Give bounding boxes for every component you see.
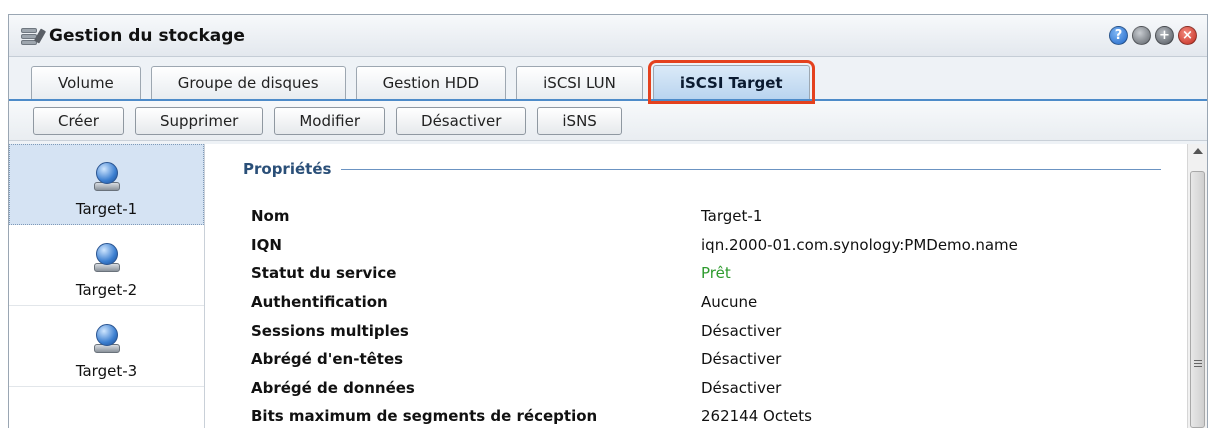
property-value: 262144 Octets — [701, 407, 812, 426]
storage-manager-icon — [19, 26, 47, 46]
status-value: Prêt — [701, 264, 731, 283]
target-list-item[interactable]: Target-1 — [9, 144, 204, 225]
properties-panel: Propriétés Nom Target-1 IQN iqn.2000-01.… — [205, 144, 1207, 428]
storage-manager-window: Gestion du stockage ? + × Volume Groupe … — [8, 14, 1208, 428]
title-bar: Gestion du stockage ? + × — [9, 15, 1207, 57]
property-key: Nom — [251, 207, 290, 226]
vertical-scrollbar[interactable] — [1187, 144, 1207, 428]
property-key: Sessions multiples — [251, 321, 409, 340]
target-list-item[interactable]: Target-2 — [9, 225, 204, 306]
create-button[interactable]: Créer — [33, 106, 124, 135]
window-controls: ? + × — [1109, 26, 1197, 45]
property-row: IQN iqn.2000-01.com.synology:PMDemo.name — [251, 231, 1018, 260]
property-key: Bits maximum de segments de réception — [251, 407, 598, 426]
toolbar: Créer Supprimer Modifier Désactiver iSNS — [9, 101, 1207, 141]
property-value: Aucune — [701, 293, 758, 312]
grip-icon — [1194, 360, 1202, 367]
target-label: Target-3 — [75, 362, 138, 380]
target-label: Target-2 — [75, 281, 138, 299]
property-row: Bits maximum de segments de réception 26… — [251, 402, 1018, 431]
property-value: Désactiver — [701, 350, 782, 369]
disable-button[interactable]: Désactiver — [396, 106, 527, 135]
content-area: Target-1 Target-2 Target-3 Propriétés No… — [9, 144, 1207, 428]
properties-list: Nom Target-1 IQN iqn.2000-01.com.synolog… — [251, 202, 1018, 431]
tab-volume[interactable]: Volume — [31, 66, 141, 99]
iscsi-target-icon — [93, 324, 120, 354]
property-value: iqn.2000-01.com.synology:PMDemo.name — [701, 235, 1018, 254]
maximize-icon[interactable]: + — [1155, 26, 1174, 45]
property-value: Désactiver — [701, 321, 782, 340]
scroll-up-arrow-icon[interactable] — [1193, 148, 1203, 154]
target-list-item[interactable]: Target-3 — [9, 306, 204, 387]
property-row: Authentification Aucune — [251, 288, 1018, 317]
property-row: Sessions multiples Désactiver — [251, 316, 1018, 345]
scrollbar-thumb[interactable] — [1190, 171, 1205, 428]
property-key: IQN — [251, 235, 282, 254]
property-row: Statut du service Prêt — [251, 259, 1018, 288]
property-row: Abrégé d'en-têtes Désactiver — [251, 345, 1018, 374]
iscsi-target-icon — [93, 162, 120, 192]
target-list: Target-1 Target-2 Target-3 — [9, 144, 205, 428]
tab-iscsi-target[interactable]: iSCSI Target — [647, 60, 815, 104]
properties-header: Propriétés — [243, 160, 1161, 178]
delete-button[interactable]: Supprimer — [134, 106, 264, 135]
properties-title: Propriétés — [243, 160, 332, 178]
property-key: Abrégé d'en-têtes — [251, 350, 404, 369]
tab-hdd-management[interactable]: Gestion HDD — [355, 66, 507, 99]
tab-disk-group[interactable]: Groupe de disques — [150, 66, 346, 99]
close-icon[interactable]: × — [1178, 26, 1197, 45]
edit-button[interactable]: Modifier — [274, 106, 386, 135]
property-key: Authentification — [251, 293, 388, 312]
isns-button[interactable]: iSNS — [537, 106, 622, 135]
window-title: Gestion du stockage — [49, 25, 245, 46]
property-value: Désactiver — [701, 378, 782, 397]
minimize-icon[interactable] — [1132, 26, 1151, 45]
iscsi-target-icon — [93, 243, 120, 273]
property-key: Abrégé de données — [251, 378, 415, 397]
section-divider — [341, 168, 1161, 170]
property-row: Abrégé de données Désactiver — [251, 374, 1018, 403]
tab-iscsi-lun[interactable]: iSCSI LUN — [516, 66, 643, 99]
tab-bar: Volume Groupe de disques Gestion HDD iSC… — [9, 57, 1207, 104]
help-icon[interactable]: ? — [1109, 26, 1128, 45]
property-row: Nom Target-1 — [251, 202, 1018, 231]
property-key: Statut du service — [251, 264, 397, 283]
target-label: Target-1 — [75, 200, 138, 218]
property-value: Target-1 — [701, 207, 763, 226]
